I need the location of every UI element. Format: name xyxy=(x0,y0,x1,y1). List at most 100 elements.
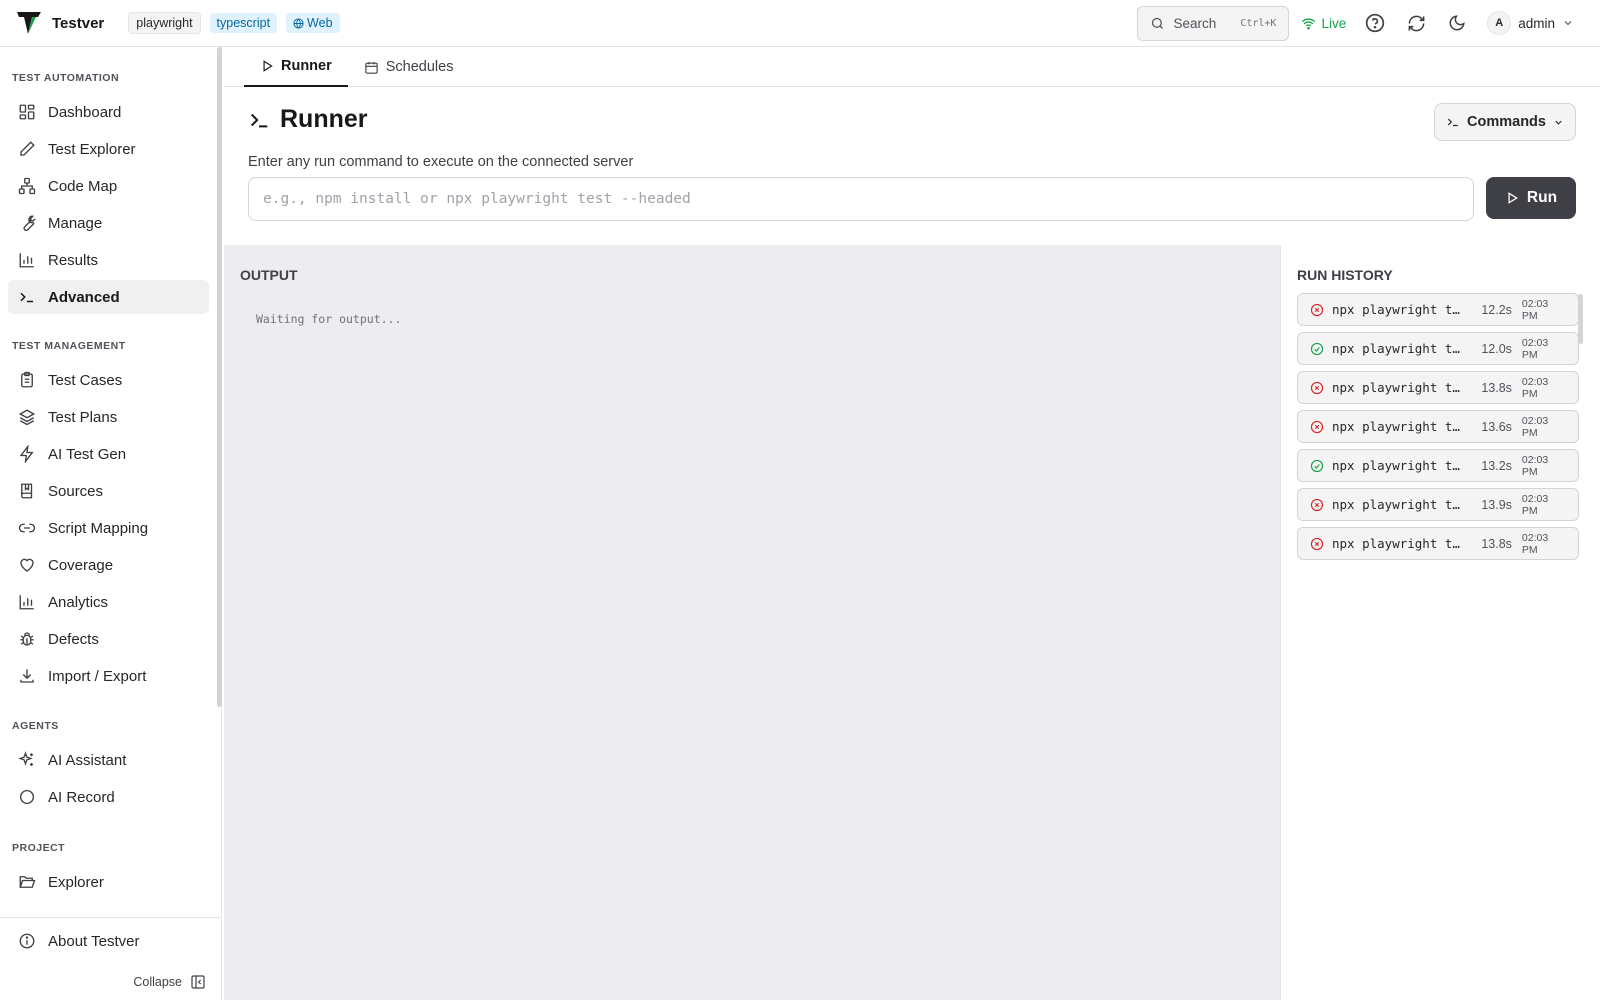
sidebar-item-ai-assistant[interactable]: AI Assistant xyxy=(8,743,209,777)
sidebar-item-label: Import / Export xyxy=(48,667,147,685)
about-button[interactable]: About Testver xyxy=(8,924,209,958)
about-label: About Testver xyxy=(48,932,140,950)
user-menu[interactable]: A admin xyxy=(1487,11,1574,35)
run-history-title: RUN HISTORY xyxy=(1297,267,1393,283)
sidebar-item-label: Test Explorer xyxy=(48,140,136,158)
run-history-panel: RUN HISTORY npx playwright test 12.2s 02:0… xyxy=(1281,245,1600,1000)
sidebar: TEST AUTOMATION Dashboard Test Explorer … xyxy=(0,47,222,1000)
check-circle-icon xyxy=(1310,342,1324,356)
x-circle-icon xyxy=(1310,420,1324,434)
avatar: A xyxy=(1487,11,1512,35)
run-history-command: npx playwright test xyxy=(1332,497,1468,512)
tab-bar: Runner Schedules xyxy=(224,47,1600,87)
layers-icon xyxy=(18,409,36,426)
run-history-item[interactable]: npx playwright test 13.8s 02:03 PM xyxy=(1297,527,1579,560)
tag-platform: Web xyxy=(286,13,340,33)
run-history-item[interactable]: npx playwright test 13.8s 02:03 PM xyxy=(1297,371,1579,404)
sidebar-item-import-export[interactable]: Import / Export xyxy=(8,659,209,693)
tab-runner[interactable]: Runner xyxy=(244,47,348,87)
sidebar-item-dashboard[interactable]: Dashboard xyxy=(8,95,209,129)
search-label: Search xyxy=(1173,15,1217,31)
run-history-duration: 13.2s xyxy=(1481,458,1512,473)
sidebar-item-label: Advanced xyxy=(48,288,120,306)
sidebar-item-label: Results xyxy=(48,251,99,269)
run-history-duration: 13.6s xyxy=(1481,419,1512,434)
download-icon xyxy=(20,669,34,683)
commands-label: Commands xyxy=(1467,114,1546,130)
sidebar-item-test-explorer[interactable]: Test Explorer xyxy=(8,132,209,166)
sidebar-item-test-cases[interactable]: Test Cases xyxy=(8,363,209,397)
sidebar-nav: TEST AUTOMATION Dashboard Test Explorer … xyxy=(0,47,214,917)
run-history-command: npx playwright test xyxy=(1332,458,1468,473)
sparkles-icon xyxy=(18,751,33,766)
run-history-item[interactable]: npx playwright test 13.6s 02:03 PM xyxy=(1297,410,1579,443)
pencil-icon xyxy=(20,141,35,156)
check-circle-icon xyxy=(1310,459,1324,473)
help-icon xyxy=(1366,13,1385,33)
tab-schedules[interactable]: Schedules xyxy=(348,47,470,87)
sidebar-item-label: AI Assistant xyxy=(48,751,127,769)
output-panel: OUTPUT Waiting for output... xyxy=(224,245,1281,1000)
collapse-label: Collapse xyxy=(133,975,182,989)
sidebar-item-label: AI Test Gen xyxy=(48,445,127,463)
moon-icon xyxy=(1449,15,1465,31)
page-title-text: Runner xyxy=(280,105,368,133)
terminal-icon xyxy=(20,292,33,303)
sidebar-scrollbar[interactable] xyxy=(217,47,222,707)
live-status[interactable]: Live xyxy=(1301,16,1346,31)
sidebar-item-results[interactable]: Results xyxy=(8,243,209,277)
sidebar-item-script-mapping[interactable]: Script Mapping xyxy=(8,511,209,545)
sidebar-item-defects[interactable]: Defects xyxy=(8,622,209,656)
run-history-duration: 12.0s xyxy=(1481,341,1512,356)
heart-icon xyxy=(20,558,34,572)
run-history-item[interactable]: npx playwright test 13.9s 02:03 PM xyxy=(1297,488,1579,521)
search-icon xyxy=(1152,17,1164,29)
collapse-button[interactable]: Collapse xyxy=(133,974,206,990)
sidebar-item-coverage[interactable]: Coverage xyxy=(8,548,209,582)
sidebar-item-code-map[interactable]: Code Map xyxy=(8,169,209,203)
run-history-scrollbar[interactable] xyxy=(1578,294,1583,344)
bolt-icon xyxy=(19,445,34,463)
commands-dropdown[interactable]: Commands xyxy=(1434,103,1576,141)
sidebar-item-ai-test-gen[interactable]: AI Test Gen xyxy=(8,437,209,471)
run-history-command: npx playwright test xyxy=(1332,536,1468,551)
sidebar-item-manage[interactable]: Manage xyxy=(8,206,209,240)
run-description: Enter any run command to execute on the … xyxy=(248,154,634,170)
main-content: Runner Schedules Runner Commands Enter a… xyxy=(224,47,1600,1000)
run-history-item[interactable]: npx playwright test 13.2s 02:03 PM xyxy=(1297,449,1579,482)
help-button[interactable] xyxy=(1364,12,1386,34)
terminal-icon xyxy=(1447,118,1458,127)
play-icon xyxy=(1508,192,1518,204)
app-logo[interactable] xyxy=(16,10,42,36)
theme-toggle-button[interactable] xyxy=(1446,12,1468,34)
clipboard-icon xyxy=(21,371,33,388)
command-input[interactable] xyxy=(248,177,1474,221)
x-circle-icon xyxy=(1310,498,1324,512)
sidebar-item-test-plans[interactable]: Test Plans xyxy=(8,400,209,434)
sidebar-item-explorer[interactable]: Explorer xyxy=(8,865,209,899)
sidebar-item-advanced[interactable]: Advanced xyxy=(8,280,209,314)
run-history-time: 02:03 PM xyxy=(1521,492,1549,517)
run-history-time: 02:03 PM xyxy=(1521,531,1549,556)
run-history-item[interactable]: npx playwright test 12.0s 02:03 PM xyxy=(1297,332,1579,365)
calendar-icon xyxy=(365,61,378,74)
bar-chart-icon xyxy=(19,253,34,268)
run-history-duration: 13.9s xyxy=(1481,497,1512,512)
output-title: OUTPUT xyxy=(240,267,298,283)
run-history-time: 02:03 PM xyxy=(1521,336,1549,361)
sitemap-icon xyxy=(18,177,36,195)
x-circle-icon xyxy=(1310,381,1324,395)
run-history-item[interactable]: npx playwright test 12.2s 02:03 PM xyxy=(1297,293,1579,326)
sidebar-item-sources[interactable]: Sources xyxy=(8,474,209,508)
chevron-down-icon xyxy=(1555,120,1562,125)
page-title: Runner xyxy=(248,105,368,134)
live-label: Live xyxy=(1321,15,1347,31)
sidebar-item-label: Analytics xyxy=(48,593,109,611)
search-button[interactable]: Search Ctrl+K xyxy=(1137,5,1290,41)
run-history-time: 02:03 PM xyxy=(1521,414,1549,439)
run-button[interactable]: Run xyxy=(1486,177,1576,219)
tab-label: Runner xyxy=(281,58,332,74)
sidebar-item-ai-record[interactable]: AI Record xyxy=(8,780,209,814)
refresh-button[interactable] xyxy=(1405,12,1427,34)
sidebar-item-analytics[interactable]: Analytics xyxy=(8,585,209,619)
